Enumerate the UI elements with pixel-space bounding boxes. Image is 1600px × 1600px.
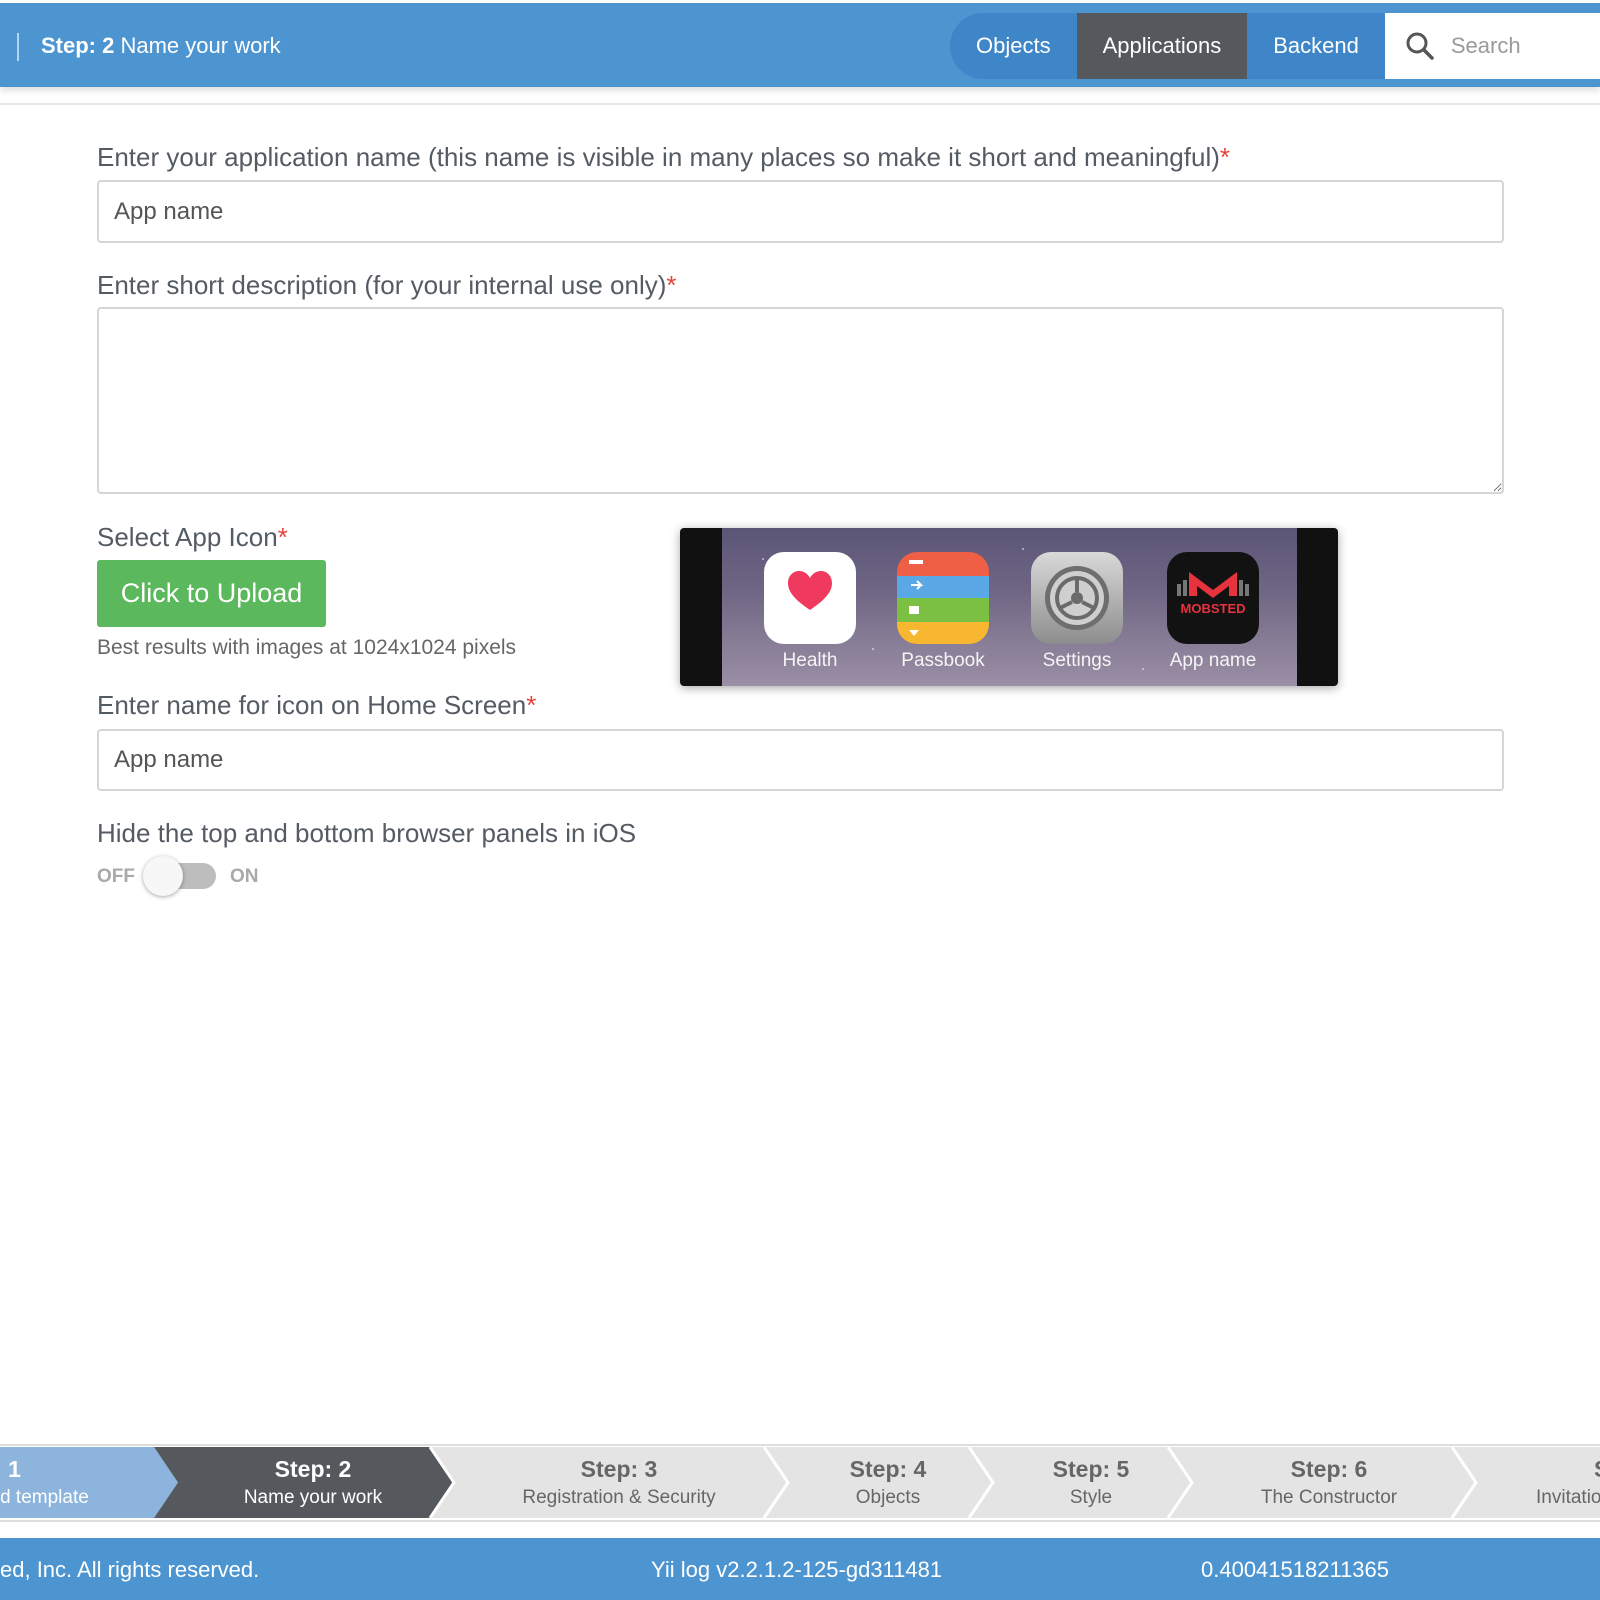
wizard-step-1[interactable]: p: 1 find template <box>0 1447 130 1518</box>
wizard-step-sub: Style <box>1069 1487 1113 1508</box>
footer-copyright: ed, Inc. All rights reserved. <box>0 1557 260 1582</box>
nav-backend[interactable]: Backend <box>1247 13 1385 79</box>
wizard-step-title: Step: 5 <box>1052 1456 1130 1482</box>
nav-applications[interactable]: Applications <box>1076 13 1248 79</box>
wizard-step-title: p: 1 <box>0 1456 21 1482</box>
wizard-step-sub: Registration & Security <box>522 1487 716 1508</box>
search-box <box>1384 13 1600 79</box>
gear-icon <box>1031 552 1123 644</box>
wizard-step-sub: Invitatio <box>1536 1487 1600 1508</box>
wizard-steps: p: 1 find template Step: 2 Name your wor… <box>0 1447 1600 1518</box>
required-mark: * <box>277 522 288 552</box>
app-name-input[interactable] <box>97 180 1504 243</box>
main-nav: Objects Applications Backend <box>950 13 1600 79</box>
upload-button[interactable]: Click to Upload <box>97 560 326 627</box>
icon-label: Select App Icon* <box>97 522 288 553</box>
step-name: Name your work <box>120 33 281 58</box>
home-name-label: Enter name for icon on Home Screen* <box>97 690 536 721</box>
toggle-on-label: ON <box>230 866 259 887</box>
icon-hint: Best results with images at 1024x1024 pi… <box>97 636 517 659</box>
passbook-icon <box>897 552 989 644</box>
wizard-step-title: Step: 2 <box>274 1456 352 1482</box>
wizard-step-title: S <box>1536 1456 1600 1483</box>
required-mark: * <box>526 690 537 720</box>
mobsted-logo-icon: MOBSTED <box>1167 552 1259 644</box>
toggle-knob[interactable] <box>143 856 183 896</box>
required-mark: * <box>666 270 677 300</box>
wizard-step-7[interactable]: S Invitatio <box>1536 1447 1600 1518</box>
header-separator <box>17 33 19 61</box>
footer-number: 0.40041518211365 <box>1201 1557 1390 1582</box>
wizard-step-title: Step: 6 <box>1290 1456 1368 1482</box>
home-name-label-text: Enter name for icon on Home Screen <box>97 690 527 720</box>
header-divider <box>0 103 1600 105</box>
wizard-step-2[interactable]: Step: 2 Name your work <box>178 1447 448 1518</box>
wizard-step-title: Step: 3 <box>580 1456 658 1482</box>
wizard-step-sub: Name your work <box>243 1487 383 1508</box>
wizard-step-sub: The Constructor <box>1260 1487 1398 1508</box>
nav-objects[interactable]: Objects <box>950 13 1077 79</box>
app-label-passbook: Passbook <box>901 650 985 671</box>
wizard-step-4[interactable]: Step: 4 Objects <box>788 1447 988 1518</box>
footer-version[interactable]: Yii log v2.2.1.2-125-gd311481 <box>651 1557 942 1583</box>
top-bar: Step: 2 Name your work Objects Applicati… <box>0 3 1600 87</box>
wizard-bottom-line <box>0 1520 1600 1522</box>
wizard-step-3[interactable]: Step: 3 Registration & Security <box>454 1447 784 1518</box>
wizard-step-5[interactable]: Step: 5 Style <box>993 1447 1189 1518</box>
home-name-input[interactable] <box>97 729 1504 791</box>
app-name-label: Enter your application name (this name i… <box>97 142 1230 173</box>
description-label-text: Enter short description (for your intern… <box>97 270 667 300</box>
app-label-settings: Settings <box>1042 650 1112 671</box>
step-number: Step: 2 <box>41 33 115 58</box>
description-label: Enter short description (for your intern… <box>97 270 677 301</box>
hide-panels-label: Hide the top and bottom browser panels i… <box>97 818 637 848</box>
icon-label-text: Select App Icon <box>97 522 278 552</box>
description-textarea[interactable] <box>97 307 1504 494</box>
home-screen-preview: Health Passbook Settings MOBSTED App nam… <box>680 528 1338 686</box>
app-label-health: Health <box>782 650 838 671</box>
phone-screen: Health Passbook Settings MOBSTED App nam… <box>722 528 1297 686</box>
toggle-off-label: OFF <box>97 866 135 887</box>
heart-icon <box>764 552 856 644</box>
search-icon[interactable] <box>1405 31 1435 61</box>
mobsted-logo-text: MOBSTED <box>1181 601 1246 616</box>
wizard-step-title: Step: 4 <box>849 1456 927 1482</box>
footer: ed, Inc. All rights reserved. Yii log v2… <box>0 1538 1600 1600</box>
app-name-label-text: Enter your application name (this name i… <box>97 142 1220 172</box>
page-title: Step: 2 Name your work <box>41 33 281 59</box>
wizard-step-sub: Objects <box>855 1487 921 1508</box>
app-label-app-name: App name <box>1169 650 1257 671</box>
search-input[interactable] <box>1448 32 1600 60</box>
wizard-step-6[interactable]: Step: 6 The Constructor <box>1192 1447 1466 1518</box>
wizard-top-line <box>0 1444 1600 1446</box>
required-mark: * <box>1219 142 1230 172</box>
wizard-step-sub: find template <box>0 1487 89 1508</box>
